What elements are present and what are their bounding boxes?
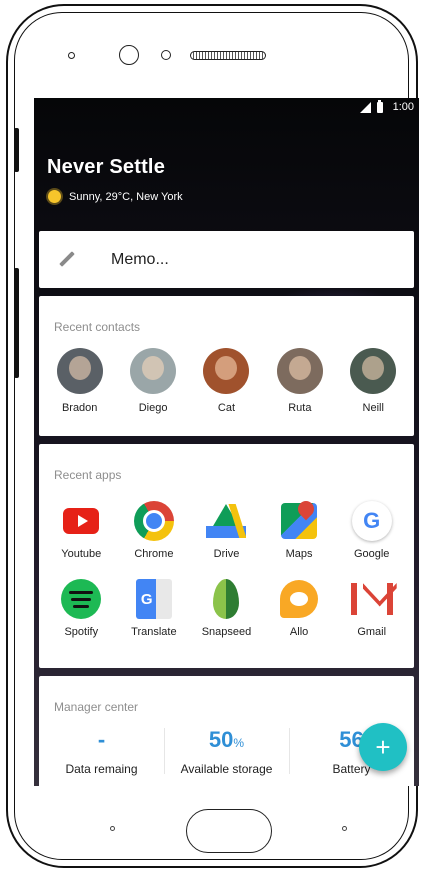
avatar [203, 348, 250, 394]
allo-icon [280, 580, 319, 618]
status-time: 1:00 [392, 101, 414, 113]
contact-name: Bradon [61, 402, 98, 414]
weather-row[interactable]: Sunny, 29°C, New York [48, 190, 183, 203]
status-bar: 1:00 [34, 98, 419, 116]
pencil-icon [57, 250, 77, 270]
contact-item[interactable]: Bradon [50, 348, 110, 414]
volume-button [14, 268, 19, 378]
avatar [276, 348, 323, 394]
memo-input[interactable]: Memo... [111, 251, 169, 269]
app-google[interactable]: G Google [335, 500, 408, 560]
earpiece-speaker [190, 51, 266, 60]
avatar [130, 348, 177, 394]
app-label: Maps [285, 548, 313, 560]
recent-apps-card: Recent apps Youtube Chrome Drive Maps G … [39, 444, 414, 668]
recents-key-dot[interactable] [342, 826, 347, 831]
app-maps[interactable]: Maps [263, 500, 336, 560]
app-chrome[interactable]: Chrome [118, 500, 191, 560]
memo-card[interactable]: Memo... [39, 231, 414, 288]
apps-grid: Youtube Chrome Drive Maps G Google Spoti… [39, 500, 414, 638]
snapseed-icon [213, 579, 240, 619]
recent-contacts-card: Recent contacts Bradon Diego Cat Ruta Neill [39, 296, 414, 436]
add-fab-button[interactable]: + [359, 723, 407, 771]
app-label: Spotify [64, 626, 99, 638]
app-label: Allo [289, 626, 309, 638]
spotify-icon [61, 579, 102, 619]
contact-item[interactable]: Diego [123, 348, 183, 414]
light-sensor [161, 50, 171, 60]
contacts-row: Bradon Diego Cat Ruta Neill [39, 348, 414, 414]
app-label: Snapseed [201, 626, 252, 638]
app-label: Chrome [134, 548, 174, 560]
avatar [56, 348, 103, 394]
stat-value: 50% [208, 727, 245, 752]
app-allo[interactable]: Allo [263, 578, 336, 638]
battery-icon [376, 99, 383, 113]
translate-icon: G [135, 579, 172, 619]
stat-label: Battery [332, 762, 371, 776]
app-youtube[interactable]: Youtube [45, 500, 118, 560]
weather-text: Sunny, 29°C, New York [69, 190, 183, 203]
youtube-icon [63, 508, 100, 534]
stat-data-remaining[interactable]: - Data remaing [39, 726, 164, 776]
google-icon: G [351, 501, 392, 541]
chrome-icon [133, 501, 174, 541]
contact-name: Diego [138, 402, 168, 414]
recent-apps-title: Recent apps [54, 468, 122, 482]
contact-name: Neill [362, 402, 384, 414]
app-label: Google [353, 548, 390, 560]
contact-name: Cat [217, 402, 236, 414]
power-button [14, 128, 19, 172]
avatar [350, 348, 397, 394]
app-translate[interactable]: G Translate [118, 578, 191, 638]
home-screen: 1:00 Never Settle Sunny, 29°C, New York … [34, 98, 419, 786]
app-label: Gmail [357, 626, 387, 638]
drive-icon [206, 504, 247, 538]
manager-center-title: Manager center [54, 700, 139, 714]
app-label: Drive [213, 548, 240, 560]
manager-center-card: Manager center - Data remaing 50% Availa… [39, 676, 414, 786]
contact-item[interactable]: Cat [196, 348, 256, 414]
proximity-sensor [68, 52, 75, 59]
app-label: Youtube [61, 548, 102, 560]
signal-icon [359, 101, 371, 113]
stat-value: - [97, 727, 106, 752]
app-spotify[interactable]: Spotify [45, 578, 118, 638]
app-drive[interactable]: Drive [190, 500, 263, 560]
front-camera [119, 45, 139, 65]
contact-item[interactable]: Ruta [270, 348, 330, 414]
stat-label: Available storage [180, 762, 273, 776]
back-key-dot[interactable] [110, 826, 115, 831]
contact-name: Ruta [288, 402, 312, 414]
manager-stats-row: - Data remaing 50% Available storage 56 … [39, 726, 414, 776]
gmail-icon [350, 583, 393, 615]
app-snapseed[interactable]: Snapseed [190, 578, 263, 638]
app-gmail[interactable]: Gmail [335, 578, 408, 638]
home-button[interactable] [186, 809, 272, 853]
recent-contacts-title: Recent contacts [54, 320, 141, 334]
stat-label: Data remaing [65, 762, 138, 776]
headline: Never Settle [47, 156, 166, 178]
stat-available-storage[interactable]: 50% Available storage [164, 726, 289, 776]
maps-icon [281, 503, 318, 539]
app-label: Translate [131, 626, 177, 638]
sun-icon [48, 190, 61, 203]
contact-item[interactable]: Neill [343, 348, 403, 414]
